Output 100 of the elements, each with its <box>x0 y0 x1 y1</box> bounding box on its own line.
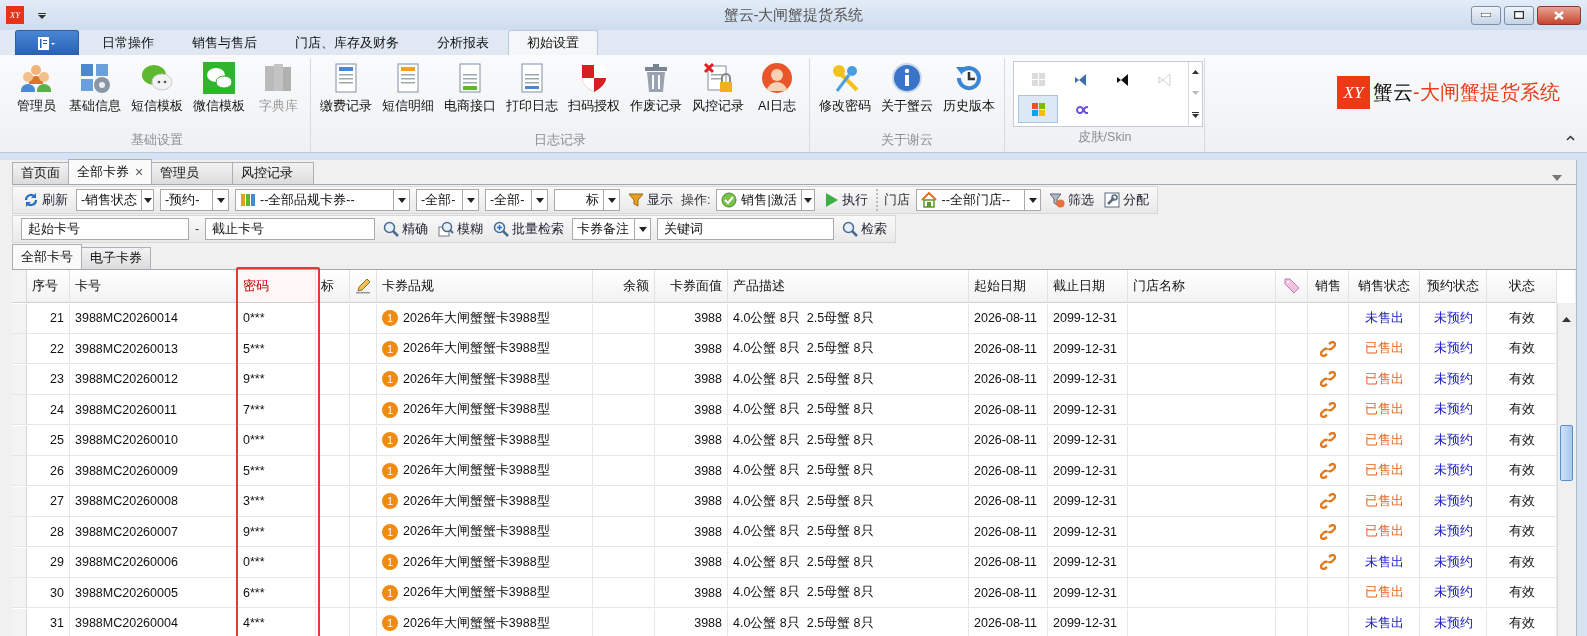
filter-icon <box>1049 192 1066 208</box>
column-header[interactable]: 销售状态 <box>1349 270 1420 303</box>
table-cell: 2026-08-11 <box>969 364 1048 395</box>
input-field[interactable]: 关键词 <box>657 218 835 240</box>
ribbon-button[interactable]: 管理员 <box>8 58 64 130</box>
toolbar-button[interactable]: 执行 <box>821 191 871 209</box>
table-cell <box>1276 578 1308 608</box>
table-cell <box>316 456 350 486</box>
column-header[interactable]: 序号 <box>27 270 70 303</box>
table-cell: 5*** <box>238 456 316 486</box>
document-tab[interactable]: 风控记录 <box>232 162 315 184</box>
search-icon <box>438 221 455 237</box>
close-tab-button[interactable]: × <box>135 164 144 180</box>
dropdown-caret-icon <box>1552 175 1562 181</box>
ribbon-button[interactable]: 基础信息 <box>64 58 126 130</box>
dropdown[interactable]: 卡券备注 <box>572 218 652 240</box>
table-cell: 31 <box>27 608 70 636</box>
ribbon-button[interactable]: 历史版本 <box>938 58 1000 130</box>
tab[interactable]: 全部卡号 <box>12 244 82 269</box>
table-cell: 4.0公蟹 8只 2.5母蟹 8只 <box>728 425 969 456</box>
close-icon <box>1554 10 1564 20</box>
toolbar-button[interactable]: 精确 <box>381 220 431 238</box>
document-tab[interactable]: 全部卡券 × <box>68 159 153 184</box>
ribbon-tab[interactable]: 销售与售后 <box>173 30 276 55</box>
table-cell: 4.0公蟹 8只 2.5母蟹 8只 <box>728 547 969 578</box>
ribbon-button[interactable]: 微信模板 <box>188 58 250 130</box>
toolbar-button[interactable]: 筛选 <box>1047 191 1097 209</box>
ribbon-tab[interactable]: 日常操作 <box>83 30 173 55</box>
column-header[interactable] <box>350 270 377 303</box>
column-header[interactable]: 密码 <box>238 270 316 303</box>
table-cell: 3988MC20260006 <box>70 547 238 578</box>
toolbar-button[interactable]: 检索 <box>840 220 890 238</box>
ribbon-button[interactable]: 电商接口 <box>439 58 501 130</box>
table-cell: 未预约 <box>1420 578 1487 608</box>
grade-text: 2026年大闸蟹蟹卡3988型 <box>403 523 550 540</box>
table-cell: 未预约 <box>1420 395 1487 425</box>
column-header[interactable] <box>1276 270 1308 303</box>
ribbon-button[interactable]: 扫码授权 <box>563 58 625 130</box>
table-cell <box>316 517 350 547</box>
sale-status: 已售出 <box>1349 486 1420 517</box>
toolbar-button[interactable]: 刷新 <box>21 191 70 209</box>
ribbon-button[interactable]: 打印日志 <box>501 58 563 130</box>
toolbar-button[interactable]: 分配 <box>1102 191 1152 209</box>
column-header[interactable]: 卡券面值 <box>655 270 728 303</box>
ribbon-button[interactable]: 短信明细 <box>377 58 439 130</box>
zoom-in-icon <box>493 221 510 237</box>
tab[interactable]: 电子卡券 <box>81 247 151 269</box>
table-cell: 3988 <box>655 517 728 547</box>
dropdown[interactable]: -预约- <box>160 189 229 211</box>
dropdown[interactable]: -销售状态 <box>76 189 154 211</box>
caret-icon <box>397 197 406 203</box>
column-header[interactable]: 预约状态 <box>1420 270 1487 303</box>
input-field[interactable]: 截止卡号 <box>205 218 376 240</box>
column-header[interactable]: 卡券品规 <box>377 270 593 303</box>
input-field[interactable]: 起始卡号 <box>21 218 189 240</box>
ribbon-button[interactable]: 短信模板 <box>126 58 188 130</box>
windows-logo-icon <box>1030 101 1046 117</box>
dropdown[interactable]: -全部- <box>485 189 548 211</box>
ribbon-tab[interactable]: 门店、库存及财务 <box>276 30 418 55</box>
document-tab[interactable]: 首页面 <box>12 162 69 184</box>
column-header[interactable]: 标 <box>316 270 350 303</box>
toolbar-label: - <box>195 222 200 236</box>
scrollbar-thumb[interactable] <box>1560 425 1573 481</box>
column-header[interactable]: 状态 <box>1487 270 1557 303</box>
restore-button[interactable] <box>1504 5 1534 25</box>
document-tab[interactable]: 管理员 <box>151 162 234 184</box>
tag-icon <box>1283 278 1300 294</box>
toolbar-button[interactable]: 批量检索 <box>491 220 567 238</box>
number-badge: 1 <box>382 462 398 479</box>
table-cell: 3988 <box>655 364 728 395</box>
column-header[interactable]: 余额 <box>593 270 655 303</box>
column-header[interactable]: 销售 <box>1308 270 1349 303</box>
toolbar-button[interactable]: 模糊 <box>436 220 486 238</box>
toolbar-button[interactable]: 显示 <box>626 191 675 209</box>
number-badge: 1 <box>382 615 398 631</box>
dropdown[interactable]: 销售|激活 <box>716 189 816 211</box>
column-header[interactable]: 起始日期 <box>969 270 1048 303</box>
table-cell: 7*** <box>238 395 316 425</box>
ribbon-button[interactable]: 修改密码 <box>814 58 876 130</box>
ribbon-button[interactable]: 风控记录 <box>687 58 749 130</box>
app-menu-button[interactable] <box>15 30 79 55</box>
dropdown[interactable]: --全部品规卡券-- <box>235 189 410 211</box>
ribbon-button[interactable]: 关于蟹云 <box>876 58 938 130</box>
vertical-scrollbar[interactable] <box>1557 303 1575 636</box>
ribbon-button[interactable]: 作废记录 <box>625 58 687 130</box>
close-button[interactable] <box>1537 5 1581 25</box>
ribbon-button[interactable]: 缴费记录 <box>315 58 377 130</box>
dropdown[interactable]: 标 <box>554 189 620 211</box>
group-label: 基础设置 <box>130 132 184 149</box>
column-header[interactable]: 产品描述 <box>728 270 969 303</box>
ribbon-button[interactable]: AI日志 <box>749 58 805 130</box>
table-cell: 2026-08-11 <box>969 486 1048 517</box>
ribbon-tab[interactable]: 初始设置 <box>508 30 598 55</box>
number-badge: 1 <box>382 371 398 387</box>
column-header[interactable]: 截止日期 <box>1048 270 1128 303</box>
column-header[interactable]: 门店名称 <box>1128 270 1276 303</box>
dropdown[interactable]: -全部- <box>416 189 479 211</box>
table-cell: 3988MC20260009 <box>70 456 238 486</box>
dropdown[interactable]: --全部门店-- <box>916 189 1042 211</box>
ribbon-tab[interactable]: 分析报表 <box>418 30 508 55</box>
